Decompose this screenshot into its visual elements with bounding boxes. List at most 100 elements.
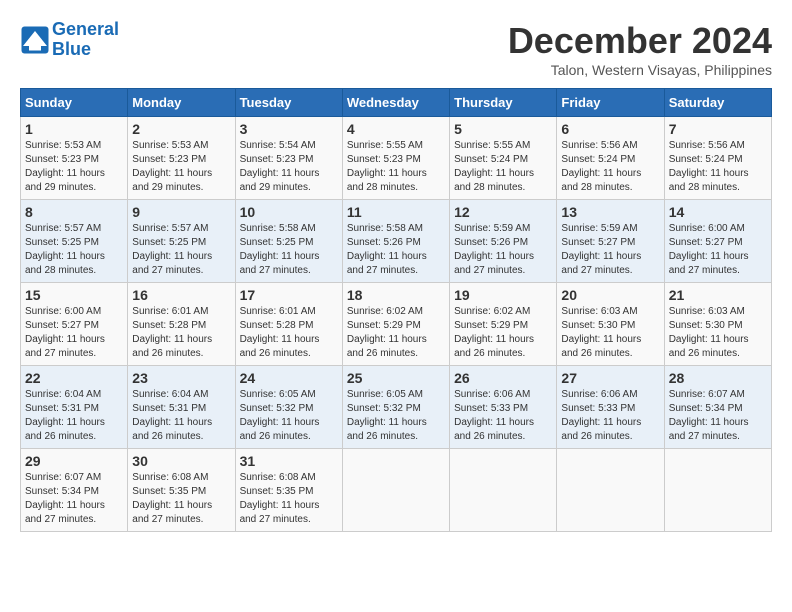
calendar-cell: 28 Sunrise: 6:07 AM Sunset: 5:34 PM Dayl…: [664, 366, 771, 449]
day-info: Sunrise: 6:05 AM Sunset: 5:32 PM Dayligh…: [347, 388, 445, 444]
calendar-cell: 30 Sunrise: 6:08 AM Sunset: 5:35 PM Dayl…: [128, 449, 235, 532]
calendar-cell: 10 Sunrise: 5:58 AM Sunset: 5:25 PM Dayl…: [235, 200, 342, 283]
weekday-header-wednesday: Wednesday: [342, 89, 449, 117]
calendar-cell: 15 Sunrise: 6:00 AM Sunset: 5:27 PM Dayl…: [21, 283, 128, 366]
month-title: December 2024: [508, 20, 772, 62]
day-info: Sunrise: 5:53 AM Sunset: 5:23 PM Dayligh…: [132, 139, 230, 195]
day-info: Sunrise: 5:58 AM Sunset: 5:25 PM Dayligh…: [240, 222, 338, 278]
day-info: Sunrise: 5:59 AM Sunset: 5:27 PM Dayligh…: [561, 222, 659, 278]
calendar-cell: 5 Sunrise: 5:55 AM Sunset: 5:24 PM Dayli…: [450, 117, 557, 200]
calendar-cell: [557, 449, 664, 532]
day-number: 20: [561, 287, 659, 303]
day-number: 6: [561, 121, 659, 137]
calendar-table: SundayMondayTuesdayWednesdayThursdayFrid…: [20, 88, 772, 532]
day-number: 27: [561, 370, 659, 386]
day-number: 3: [240, 121, 338, 137]
calendar-cell: 17 Sunrise: 6:01 AM Sunset: 5:28 PM Dayl…: [235, 283, 342, 366]
calendar-cell: [342, 449, 449, 532]
day-number: 14: [669, 204, 767, 220]
calendar-cell: 23 Sunrise: 6:04 AM Sunset: 5:31 PM Dayl…: [128, 366, 235, 449]
calendar-cell: 18 Sunrise: 6:02 AM Sunset: 5:29 PM Dayl…: [342, 283, 449, 366]
day-info: Sunrise: 5:57 AM Sunset: 5:25 PM Dayligh…: [132, 222, 230, 278]
day-number: 11: [347, 204, 445, 220]
day-info: Sunrise: 6:02 AM Sunset: 5:29 PM Dayligh…: [347, 305, 445, 361]
day-number: 28: [669, 370, 767, 386]
calendar-week-2: 8 Sunrise: 5:57 AM Sunset: 5:25 PM Dayli…: [21, 200, 772, 283]
day-number: 12: [454, 204, 552, 220]
calendar-cell: 11 Sunrise: 5:58 AM Sunset: 5:26 PM Dayl…: [342, 200, 449, 283]
day-info: Sunrise: 6:07 AM Sunset: 5:34 PM Dayligh…: [25, 471, 123, 527]
day-number: 5: [454, 121, 552, 137]
logo-text: General Blue: [52, 20, 119, 60]
day-info: Sunrise: 6:03 AM Sunset: 5:30 PM Dayligh…: [669, 305, 767, 361]
calendar-cell: 9 Sunrise: 5:57 AM Sunset: 5:25 PM Dayli…: [128, 200, 235, 283]
calendar-cell: 24 Sunrise: 6:05 AM Sunset: 5:32 PM Dayl…: [235, 366, 342, 449]
page-header: General Blue December 2024 Talon, Wester…: [20, 20, 772, 78]
weekday-header-saturday: Saturday: [664, 89, 771, 117]
calendar-cell: 4 Sunrise: 5:55 AM Sunset: 5:23 PM Dayli…: [342, 117, 449, 200]
day-info: Sunrise: 5:53 AM Sunset: 5:23 PM Dayligh…: [25, 139, 123, 195]
calendar-week-4: 22 Sunrise: 6:04 AM Sunset: 5:31 PM Dayl…: [21, 366, 772, 449]
calendar-cell: 26 Sunrise: 6:06 AM Sunset: 5:33 PM Dayl…: [450, 366, 557, 449]
calendar-cell: 13 Sunrise: 5:59 AM Sunset: 5:27 PM Dayl…: [557, 200, 664, 283]
day-number: 16: [132, 287, 230, 303]
calendar-week-5: 29 Sunrise: 6:07 AM Sunset: 5:34 PM Dayl…: [21, 449, 772, 532]
day-info: Sunrise: 6:06 AM Sunset: 5:33 PM Dayligh…: [561, 388, 659, 444]
day-info: Sunrise: 5:59 AM Sunset: 5:26 PM Dayligh…: [454, 222, 552, 278]
location: Talon, Western Visayas, Philippines: [508, 62, 772, 78]
day-number: 31: [240, 453, 338, 469]
calendar-cell: 14 Sunrise: 6:00 AM Sunset: 5:27 PM Dayl…: [664, 200, 771, 283]
day-number: 7: [669, 121, 767, 137]
calendar-cell: 6 Sunrise: 5:56 AM Sunset: 5:24 PM Dayli…: [557, 117, 664, 200]
calendar-cell: 31 Sunrise: 6:08 AM Sunset: 5:35 PM Dayl…: [235, 449, 342, 532]
day-info: Sunrise: 5:55 AM Sunset: 5:24 PM Dayligh…: [454, 139, 552, 195]
day-info: Sunrise: 6:01 AM Sunset: 5:28 PM Dayligh…: [240, 305, 338, 361]
day-number: 4: [347, 121, 445, 137]
calendar-cell: [664, 449, 771, 532]
calendar-cell: 1 Sunrise: 5:53 AM Sunset: 5:23 PM Dayli…: [21, 117, 128, 200]
day-info: Sunrise: 5:56 AM Sunset: 5:24 PM Dayligh…: [561, 139, 659, 195]
day-number: 17: [240, 287, 338, 303]
calendar-cell: 2 Sunrise: 5:53 AM Sunset: 5:23 PM Dayli…: [128, 117, 235, 200]
day-info: Sunrise: 6:03 AM Sunset: 5:30 PM Dayligh…: [561, 305, 659, 361]
calendar-cell: 25 Sunrise: 6:05 AM Sunset: 5:32 PM Dayl…: [342, 366, 449, 449]
day-number: 24: [240, 370, 338, 386]
calendar-week-3: 15 Sunrise: 6:00 AM Sunset: 5:27 PM Dayl…: [21, 283, 772, 366]
day-number: 15: [25, 287, 123, 303]
calendar-cell: 27 Sunrise: 6:06 AM Sunset: 5:33 PM Dayl…: [557, 366, 664, 449]
calendar-cell: 29 Sunrise: 6:07 AM Sunset: 5:34 PM Dayl…: [21, 449, 128, 532]
calendar-cell: [450, 449, 557, 532]
day-number: 25: [347, 370, 445, 386]
day-info: Sunrise: 6:08 AM Sunset: 5:35 PM Dayligh…: [240, 471, 338, 527]
weekday-header-thursday: Thursday: [450, 89, 557, 117]
day-info: Sunrise: 6:08 AM Sunset: 5:35 PM Dayligh…: [132, 471, 230, 527]
day-info: Sunrise: 5:57 AM Sunset: 5:25 PM Dayligh…: [25, 222, 123, 278]
calendar-cell: 21 Sunrise: 6:03 AM Sunset: 5:30 PM Dayl…: [664, 283, 771, 366]
day-number: 23: [132, 370, 230, 386]
day-number: 13: [561, 204, 659, 220]
day-info: Sunrise: 6:04 AM Sunset: 5:31 PM Dayligh…: [132, 388, 230, 444]
logo-icon: [20, 25, 50, 55]
day-number: 21: [669, 287, 767, 303]
day-number: 26: [454, 370, 552, 386]
calendar-cell: 8 Sunrise: 5:57 AM Sunset: 5:25 PM Dayli…: [21, 200, 128, 283]
day-number: 9: [132, 204, 230, 220]
day-info: Sunrise: 6:00 AM Sunset: 5:27 PM Dayligh…: [669, 222, 767, 278]
day-number: 19: [454, 287, 552, 303]
day-info: Sunrise: 6:00 AM Sunset: 5:27 PM Dayligh…: [25, 305, 123, 361]
logo: General Blue: [20, 20, 119, 60]
day-info: Sunrise: 6:05 AM Sunset: 5:32 PM Dayligh…: [240, 388, 338, 444]
weekday-header-tuesday: Tuesday: [235, 89, 342, 117]
calendar-cell: 19 Sunrise: 6:02 AM Sunset: 5:29 PM Dayl…: [450, 283, 557, 366]
calendar-week-1: 1 Sunrise: 5:53 AM Sunset: 5:23 PM Dayli…: [21, 117, 772, 200]
calendar-header-row: SundayMondayTuesdayWednesdayThursdayFrid…: [21, 89, 772, 117]
day-info: Sunrise: 5:55 AM Sunset: 5:23 PM Dayligh…: [347, 139, 445, 195]
day-info: Sunrise: 5:56 AM Sunset: 5:24 PM Dayligh…: [669, 139, 767, 195]
day-number: 18: [347, 287, 445, 303]
calendar-cell: 20 Sunrise: 6:03 AM Sunset: 5:30 PM Dayl…: [557, 283, 664, 366]
day-info: Sunrise: 6:07 AM Sunset: 5:34 PM Dayligh…: [669, 388, 767, 444]
calendar-cell: 22 Sunrise: 6:04 AM Sunset: 5:31 PM Dayl…: [21, 366, 128, 449]
day-number: 22: [25, 370, 123, 386]
day-info: Sunrise: 5:54 AM Sunset: 5:23 PM Dayligh…: [240, 139, 338, 195]
day-info: Sunrise: 6:04 AM Sunset: 5:31 PM Dayligh…: [25, 388, 123, 444]
